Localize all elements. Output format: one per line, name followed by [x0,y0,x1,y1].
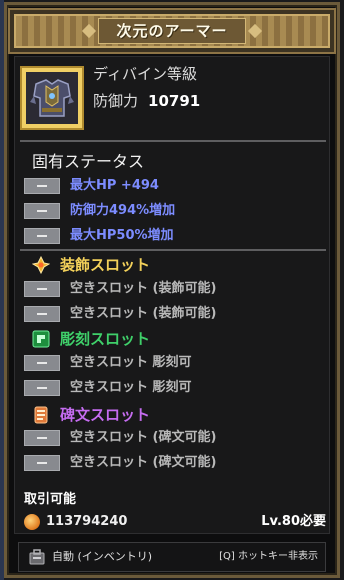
dash-icon [24,228,60,244]
auto-inventory-toggle[interactable]: 自動 (インベントリ) [52,547,152,567]
accessory-slot-entry: 空きスロット (装飾可能) [24,304,324,324]
engraving-slot-entry: 空きスロット 彫刻可 [24,378,324,398]
divider [20,249,326,251]
dash-icon [24,281,60,297]
inherent-stat-text: 最大HP50%増加 [70,228,174,243]
accessory-slot-entry: 空きスロット (装飾可能) [24,279,324,299]
defense-label: 防御力 [93,92,139,110]
item-grade: ディバイン等級 [93,65,197,83]
dash-icon [24,430,60,446]
inventory-bag-icon[interactable] [28,548,46,566]
gold-coin-icon [24,514,40,530]
engraving-slot-title: 彫刻スロット [60,330,151,348]
inherent-stats-title: 固有ステータス [32,152,145,171]
slot-entry-text: 空きスロット (碑文可能) [70,430,217,445]
inscription-slot-entry: 空きスロット (碑文可能) [24,428,324,448]
slot-entry-text: 空きスロット (装飾可能) [70,306,217,321]
tradable-label: 取引可能 [24,492,77,507]
inherent-stat-text: 防御力494%増加 [70,203,176,218]
dash-icon [24,306,60,322]
accessory-slot-title: 装飾スロット [60,256,151,274]
level-requirement: Lv.80必要 [261,514,326,529]
dash-icon [24,178,60,194]
dash-icon [24,455,60,471]
inherent-stat-row: 最大HP50%増加 [24,226,324,246]
inherent-stat-row: 最大HP +494 [24,176,324,196]
item-name: 次元のアーマー [116,22,228,40]
slot-entry-text: 空きスロット 彫刻可 [70,355,192,370]
armor-icon [26,72,78,124]
inscription-slot-title: 碑文スロット [60,406,151,424]
dash-icon [24,380,60,396]
dash-icon [24,203,60,219]
engraving-slot-entry: 空きスロット 彫刻可 [24,353,324,373]
divider [20,140,326,142]
inherent-stat-text: 最大HP +494 [70,178,159,193]
inscription-slot-icon [34,406,48,424]
defense-row: 防御力 10791 [93,90,200,112]
hotkey-hide-hint[interactable]: [Q] ホットキー非表示 [219,547,318,567]
slot-entry-text: 空きスロット (装飾可能) [70,281,217,296]
inherent-stat-row: 防御力494%増加 [24,201,324,221]
slot-entry-text: 空きスロット 彫刻可 [70,380,192,395]
engraving-slot-icon [32,330,50,348]
dash-icon [24,355,60,371]
gold-price: 113794240 [46,514,128,529]
defense-value: 10791 [148,92,201,110]
inscription-slot-entry: 空きスロット (碑文可能) [24,453,324,473]
slot-entry-text: 空きスロット (碑文可能) [70,455,217,470]
accessory-slot-icon [32,256,50,274]
